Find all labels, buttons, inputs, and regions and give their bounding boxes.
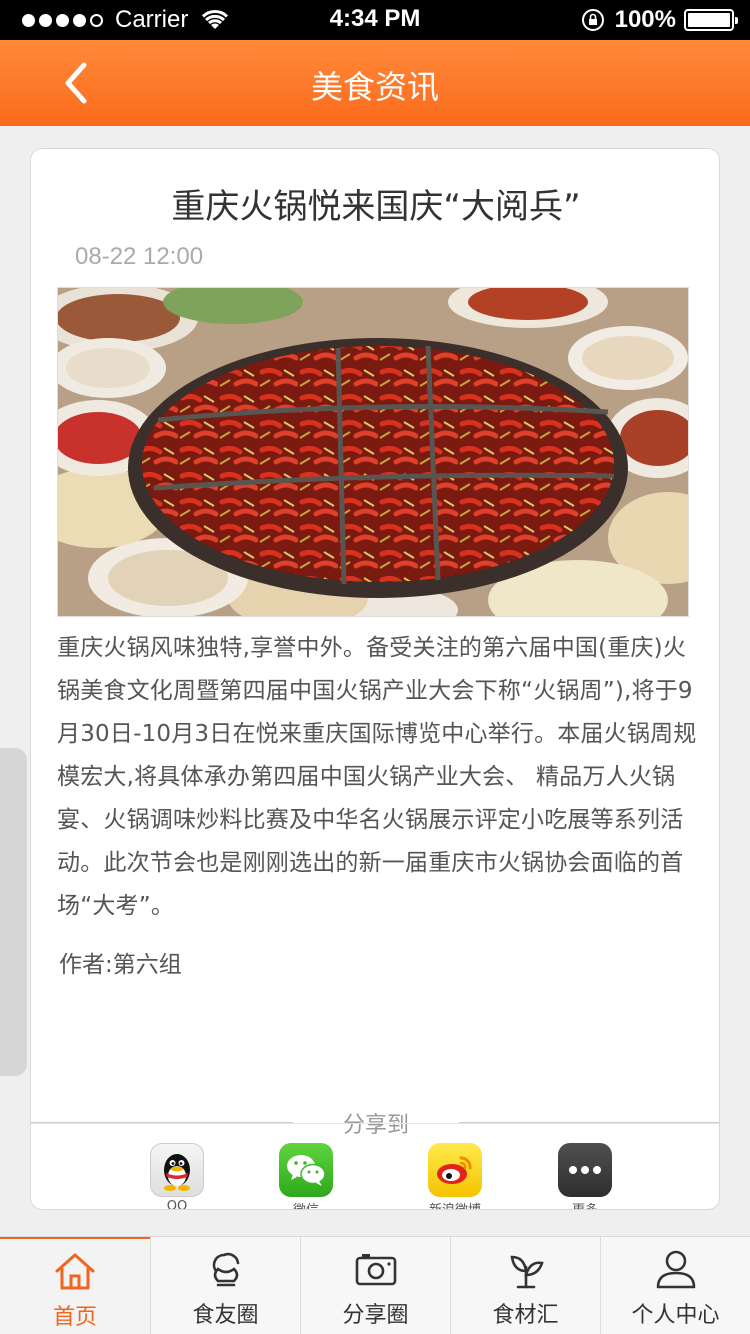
share-qq-button[interactable]: QQ bbox=[137, 1143, 217, 1209]
home-icon bbox=[55, 1253, 95, 1290]
person-icon bbox=[656, 1250, 695, 1289]
page-title: 美食资讯 bbox=[310, 68, 439, 106]
sprout-icon bbox=[510, 1255, 544, 1289]
hotpot-photo bbox=[57, 287, 689, 617]
weibo-icon bbox=[428, 1143, 482, 1197]
article-author: 作者:第六组 bbox=[59, 952, 182, 978]
article-card: 重庆火锅悦来国庆“大阅兵” 08-22 12:00 重庆火锅风味独特,享誉中外。… bbox=[30, 148, 720, 1210]
qq-icon bbox=[150, 1143, 204, 1197]
share-weibo-button[interactable]: 新浪微博 bbox=[415, 1143, 495, 1209]
status-bar: Carrier 4:34 PM 100% bbox=[0, 0, 750, 40]
article-title: 重庆火锅悦来国庆“大阅兵” bbox=[171, 187, 581, 227]
article-body: 重庆火锅风味独特,享誉中外。备受关注的第六届中国(重庆)火锅美食文化周暨第四届中… bbox=[57, 635, 697, 919]
tab-bar: 首页 食友圈 分享圈 食材汇 个人中心 bbox=[0, 1236, 750, 1334]
battery-icon bbox=[684, 9, 738, 31]
share-divider bbox=[31, 1123, 719, 1124]
battery-percentage: 100% bbox=[614, 6, 676, 33]
camera-icon bbox=[355, 1254, 396, 1286]
rotation-lock-icon bbox=[581, 9, 604, 31]
article-timestamp: 08-22 12:00 bbox=[75, 243, 204, 270]
tab-share-circle[interactable]: 分享圈 bbox=[300, 1237, 450, 1334]
side-drawer-handle[interactable] bbox=[0, 748, 27, 1076]
tab-profile[interactable]: 个人中心 bbox=[600, 1237, 750, 1334]
more-icon bbox=[558, 1143, 612, 1197]
tab-home[interactable]: 首页 bbox=[0, 1237, 150, 1334]
navigation-bar: 美食资讯 bbox=[0, 40, 750, 126]
share-header: 分享到 bbox=[31, 1107, 719, 1138]
share-wechat-button[interactable]: 微信 bbox=[266, 1143, 346, 1209]
wechat-icon bbox=[279, 1143, 333, 1197]
share-more-button[interactable]: 更多 bbox=[545, 1143, 625, 1209]
chef-hat-icon bbox=[212, 1252, 239, 1287]
tab-ingredients[interactable]: 食材汇 bbox=[450, 1237, 600, 1334]
tab-food-friends[interactable]: 食友圈 bbox=[150, 1237, 300, 1334]
